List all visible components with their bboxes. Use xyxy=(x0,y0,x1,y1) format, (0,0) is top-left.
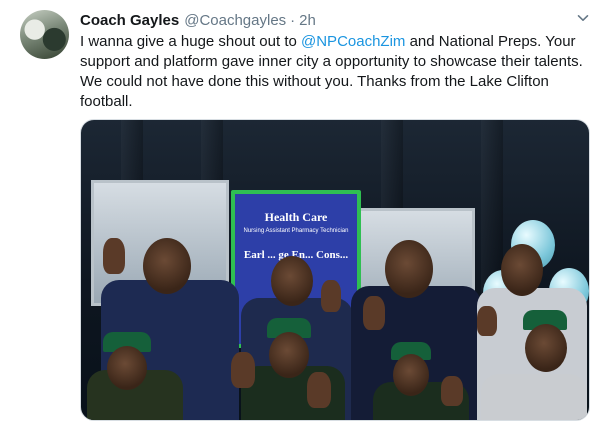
tweet-timestamp[interactable]: 2h xyxy=(299,12,316,29)
author-handle[interactable]: @Coachgayles xyxy=(184,12,286,29)
mention-link[interactable]: @NPCoachZim xyxy=(301,33,405,50)
avatar[interactable] xyxy=(20,10,69,59)
chevron-down-icon[interactable] xyxy=(577,12,589,24)
banner-subtitle: Nursing Assistant Pharmacy Technician xyxy=(243,228,349,234)
separator-dot: · xyxy=(290,11,296,29)
author-name[interactable]: Coach Gayles xyxy=(80,12,179,29)
tweet-header: Coach Gayles @Coachgayles · 2h xyxy=(80,10,316,30)
tweet-photo[interactable]: Health Care Nursing Assistant Pharmacy T… xyxy=(80,119,590,421)
tweet-text: I wanna give a huge shout out to @NPCoac… xyxy=(80,32,588,112)
banner-title: Health Care xyxy=(264,210,328,224)
tweet-card[interactable]: Coach Gayles @Coachgayles · 2h I wanna g… xyxy=(0,0,603,421)
tweet-text-part1: I wanna give a huge shout out to xyxy=(80,33,301,50)
